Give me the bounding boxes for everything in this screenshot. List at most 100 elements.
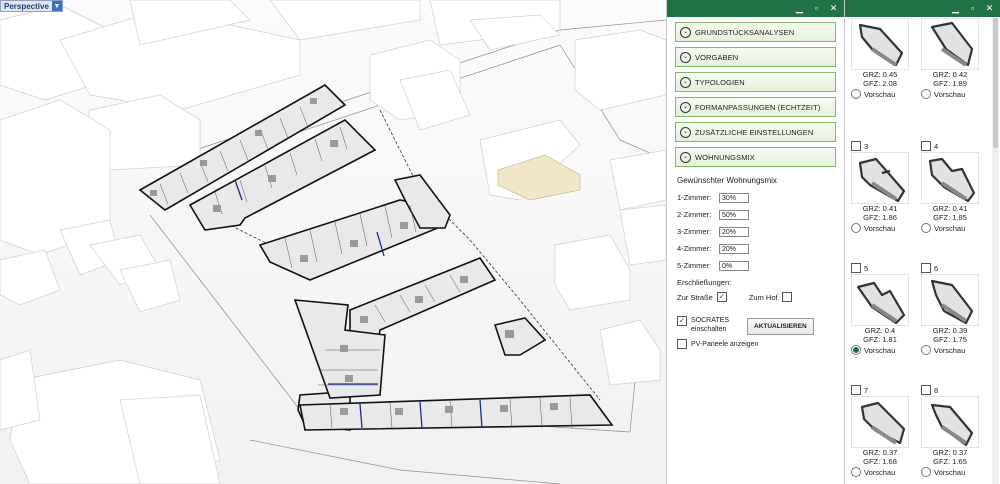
accordion-label: VORGABEN [695, 52, 739, 62]
variant-card-5[interactable]: 5 GRZ: 0.4 GFZ: 1.81 Vorschau [851, 262, 911, 355]
minimize-icon[interactable]: ▁ [951, 4, 960, 13]
variant-thumbnail-render [858, 157, 906, 203]
variant-thumbnail[interactable] [851, 274, 909, 326]
variant-select-checkbox[interactable] [851, 385, 861, 395]
variant-grz: GRZ: 0.42 [932, 70, 968, 79]
variant-preview-label: Vorschau [864, 345, 896, 355]
mix-row: 2-Zimmer: 50% [677, 206, 844, 223]
close-icon[interactable]: ✕ [985, 4, 994, 13]
variant-select-checkbox[interactable] [921, 385, 931, 395]
viewport-menu-arrow-icon[interactable]: ▼ [51, 1, 62, 11]
chevron-down-icon: ⌄ [680, 51, 691, 63]
variant-thumbnail[interactable] [921, 274, 979, 326]
mix-label: 4-Zimmer: [677, 244, 712, 253]
variant-number: 6 [934, 263, 939, 273]
erschliessungen-title: Erschließungen: [677, 278, 732, 287]
close-icon[interactable]: ✕ [829, 4, 838, 13]
variant-preview-label: Vorschau [934, 345, 966, 355]
accordion-grundstuecksanalysen[interactable]: ⌄ GRUNDSTÜCKSANALYSEN [675, 22, 836, 42]
variant-select-checkbox[interactable] [851, 141, 861, 151]
variant-gfz: GFZ: 1.85 [933, 213, 967, 222]
viewport-label[interactable]: Perspective ▼ [0, 0, 63, 12]
accordion-formanpassungen[interactable]: ⌄ FORMANPASSUNGEN (ECHTZEIT) [675, 97, 836, 117]
variant-thumbnail[interactable] [851, 152, 909, 204]
variant-preview-radio[interactable] [851, 89, 861, 99]
variant-select-checkbox[interactable] [921, 141, 931, 151]
variant-preview-label: Vorschau [864, 223, 896, 233]
zur-strasse-label: Zur Straße [677, 292, 713, 302]
variant-preview-radio[interactable] [851, 467, 861, 477]
variant-select-checkbox[interactable] [851, 263, 861, 273]
variant-thumbnail[interactable] [851, 396, 909, 448]
variant-thumbnail-render [930, 403, 974, 447]
variant-preview-radio[interactable] [921, 467, 931, 477]
accordion-zusaetzliche-einstellungen[interactable]: ⌄ ZUSÄTZLICHE EINSTELLUNGEN [675, 122, 836, 142]
variant-card-2[interactable]: GRZ: 0.42 GFZ: 1.89 Vorschau [921, 18, 981, 99]
variant-thumbnail[interactable] [851, 18, 909, 70]
variant-preview-radio[interactable] [851, 223, 861, 233]
variant-number: 3 [864, 141, 869, 151]
chevron-down-icon: ⌄ [680, 126, 691, 138]
mix-row: 5-Zimmer: 0% [677, 257, 844, 274]
restore-icon[interactable]: ▫ [968, 4, 977, 13]
variant-thumbnail[interactable] [921, 396, 979, 448]
city-model-render [0, 0, 666, 484]
variant-card-1[interactable]: GRZ: 0.45 GFZ: 2.08 Vorschau [851, 18, 911, 99]
variant-card-3[interactable]: 3 GRZ: 0.41 GFZ: 1.86 Vorschau [851, 140, 911, 233]
variant-grz: GRZ: 0.41 [862, 204, 898, 213]
mix-input-5-zimmer[interactable]: 0% [719, 260, 749, 271]
variant-thumbnail-render [860, 401, 906, 445]
accordion-label: GRUNDSTÜCKSANALYSEN [695, 27, 795, 37]
variant-gfz: GFZ: 1.75 [933, 335, 967, 344]
accordion-typologien[interactable]: ⌄ TYPOLOGIEN [675, 72, 836, 92]
variant-card-4[interactable]: 4 GRZ: 0.41 GFZ: 1.85 Vorschau [921, 140, 981, 233]
variant-preview-radio[interactable] [921, 89, 931, 99]
variant-gfz: GFZ: 1.68 [863, 457, 897, 466]
variant-preview-radio[interactable] [851, 345, 861, 355]
pv-paneele-checkbox[interactable] [677, 339, 687, 349]
variant-thumbnail[interactable] [921, 152, 979, 204]
variants-scroll-thumb[interactable] [993, 18, 998, 148]
accordion-label: ZUSÄTZLICHE EINSTELLUNGEN [695, 127, 814, 137]
variant-grz: GRZ: 0.37 [862, 448, 898, 457]
viewport-label-text: Perspective [4, 1, 49, 11]
socrates-checkbox[interactable]: ✓ [677, 316, 687, 326]
mix-input-2-zimmer[interactable]: 50% [719, 209, 749, 220]
zur-strasse-checkbox[interactable]: ✓ [716, 292, 727, 302]
variant-grz: GRZ: 0.45 [862, 70, 898, 79]
variant-preview-row: Vorschau [851, 89, 911, 99]
variant-thumbnail-render [930, 21, 974, 67]
variant-card-8[interactable]: 8 GRZ: 0.37 GFZ: 1.65 Vorschau [921, 384, 981, 477]
aktualisieren-button[interactable]: AKTUALISIEREN [747, 318, 814, 335]
mix-input-3-zimmer[interactable]: 20% [719, 226, 749, 237]
pv-paneele-label: PV-Paneele anzeigen [691, 340, 759, 348]
variant-select-checkbox[interactable] [921, 263, 931, 273]
variant-number: 5 [864, 263, 869, 273]
variant-preview-row: Vorschau [851, 345, 911, 355]
variant-preview-radio[interactable] [921, 345, 931, 355]
variant-card-6[interactable]: 6 GRZ: 0.39 GFZ: 1.75 Vorschau [921, 262, 981, 355]
restore-icon[interactable]: ▫ [812, 4, 821, 13]
mix-input-4-zimmer[interactable]: 20% [719, 243, 749, 254]
accordion-wohnungsmix[interactable]: ⌄ WOHNUNGSMIX [675, 147, 836, 167]
variant-grz: GRZ: 0.37 [932, 448, 968, 457]
variant-preview-radio[interactable] [921, 223, 931, 233]
variant-card-7[interactable]: 7 GRZ: 0.37 GFZ: 1.68 Vorschau [851, 384, 911, 477]
accordion-list: ⌄ GRUNDSTÜCKSANALYSEN ⌄ VORGABEN ⌄ TYPOL… [667, 22, 844, 167]
zum-hof-checkbox[interactable] [781, 292, 792, 302]
variant-number: 4 [934, 141, 939, 151]
settings-panel-titlebar: ▁ ▫ ✕ [667, 0, 844, 17]
chevron-down-icon: ⌄ [680, 151, 691, 163]
minimize-icon[interactable]: ▁ [795, 4, 804, 13]
3d-viewport[interactable]: Perspective ▼ [0, 0, 666, 484]
variants-panel-titlebar: ▁ ▫ ✕ [845, 0, 1000, 17]
socrates-label: SOCRATES einschalten [691, 316, 729, 334]
mix-row: 1-Zimmer: 30% [677, 189, 844, 206]
mix-input-1-zimmer[interactable]: 30% [719, 192, 749, 203]
variant-thumbnail-render [930, 279, 974, 325]
wohnungsmix-title: Gewünschter Wohnungsmix [677, 176, 777, 185]
accordion-vorgaben[interactable]: ⌄ VORGABEN [675, 47, 836, 67]
variant-thumbnail[interactable] [921, 18, 979, 70]
variant-preview-label: Vorschau [864, 467, 896, 477]
checkmark-icon: ✓ [678, 316, 686, 325]
